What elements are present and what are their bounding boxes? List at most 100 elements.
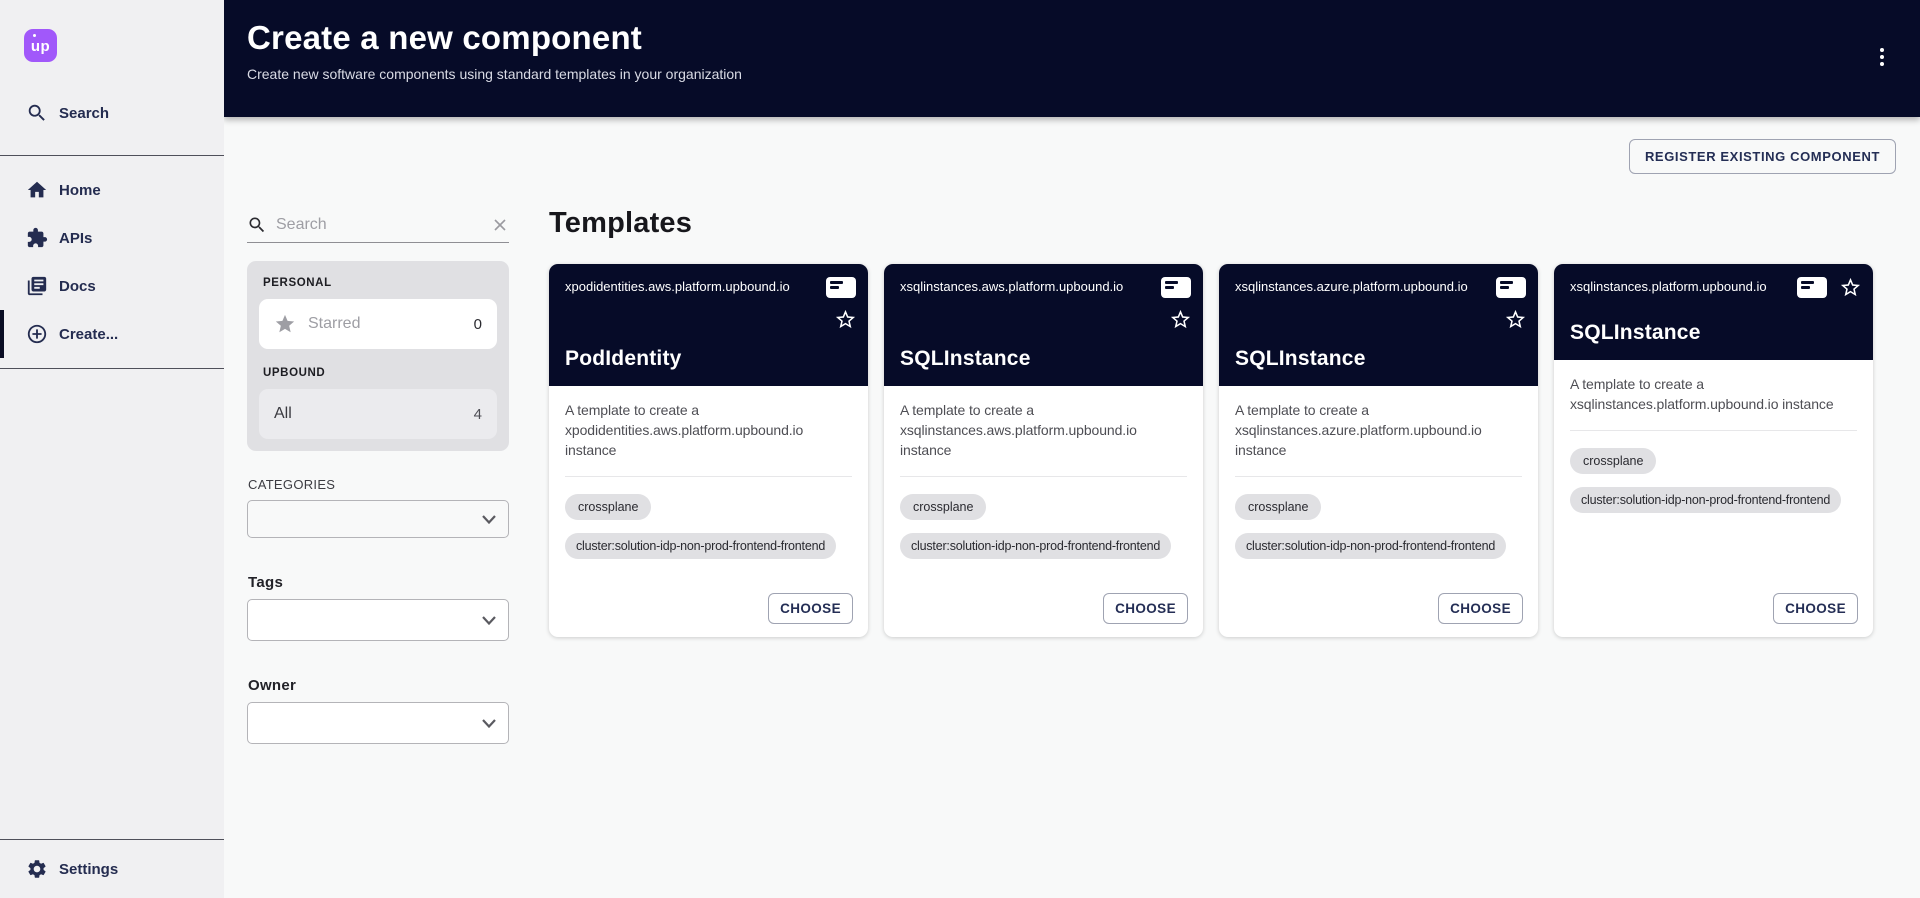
divider	[1235, 476, 1522, 477]
template-description: A template to create a xsqlinstances.pla…	[1570, 375, 1857, 415]
template-description: A template to create a xsqlinstances.azu…	[1235, 401, 1522, 461]
tags-label: Tags	[248, 574, 509, 591]
docs-icon	[26, 275, 48, 297]
puzzle-icon	[26, 227, 48, 249]
chevron-down-icon	[482, 719, 496, 728]
kebab-menu-icon[interactable]	[1866, 41, 1898, 73]
sidebar-divider	[0, 155, 224, 156]
filter-starred[interactable]: Starred 0	[259, 299, 497, 349]
upbound-logo-text: up	[31, 38, 50, 55]
templates-heading: Templates	[549, 207, 1896, 240]
categories-label: CATEGORIES	[248, 477, 509, 492]
personal-section-label: PERSONAL	[263, 277, 497, 289]
plus-circle-icon	[26, 323, 48, 345]
content-area: REGISTER EXISTING COMPONENT PERSONAL Sta…	[224, 117, 1920, 898]
ownership-filter-card: PERSONAL Starred 0 UPBOUND All 4	[247, 261, 509, 451]
tags-select[interactable]	[247, 599, 509, 641]
sidebar-item-search[interactable]: Search	[0, 89, 224, 137]
tag-chip: cluster:solution-idp-non-prod-frontend-f…	[1235, 533, 1506, 559]
search-icon	[26, 102, 48, 124]
template-description: A template to create a xpodidentities.aw…	[565, 401, 852, 461]
upbound-logo[interactable]: up	[24, 29, 57, 62]
upbound-section-label: UPBOUND	[263, 367, 497, 379]
star-outline-icon[interactable]	[1504, 308, 1527, 331]
star-outline-icon[interactable]	[834, 308, 857, 331]
chevron-down-icon	[482, 616, 496, 625]
sidebar-spacer	[0, 369, 224, 839]
filter-panel: PERSONAL Starred 0 UPBOUND All 4 CATEGOR…	[247, 207, 509, 744]
categories-select[interactable]	[247, 500, 509, 538]
sidebar-item-label: Home	[59, 182, 101, 199]
template-type-icon	[1797, 277, 1827, 298]
divider	[565, 476, 852, 477]
template-title: PodIdentity	[565, 347, 682, 371]
starred-count: 0	[474, 316, 482, 333]
template-type-icon	[1496, 277, 1526, 298]
page-title: Create a new component	[247, 19, 1920, 57]
tag-chip: crossplane	[1235, 494, 1321, 520]
all-count: 4	[474, 406, 482, 423]
template-card-header: xsqlinstances.aws.platform.upbound.io SQ…	[884, 264, 1203, 386]
template-title: SQLInstance	[1570, 321, 1701, 345]
template-title: SQLInstance	[1235, 347, 1366, 371]
sidebar-item-label: APIs	[59, 230, 92, 247]
template-name: xpodidentities.aws.platform.upbound.io	[565, 279, 852, 296]
template-description: A template to create a xsqlinstances.aws…	[900, 401, 1187, 461]
template-card: xsqlinstances.platform.upbound.io SQLIns…	[1554, 264, 1873, 637]
sidebar-item-label: Create...	[59, 326, 118, 343]
template-card-header: xpodidentities.aws.platform.upbound.io P…	[549, 264, 868, 386]
divider	[1570, 430, 1857, 431]
divider	[900, 476, 1187, 477]
template-name: xsqlinstances.azure.platform.upbound.io	[1235, 279, 1522, 296]
tag-chip: cluster:solution-idp-non-prod-frontend-f…	[565, 533, 836, 559]
tag-chip: cluster:solution-idp-non-prod-frontend-f…	[900, 533, 1171, 559]
owner-label: Owner	[248, 677, 509, 694]
star-filled-icon	[274, 313, 296, 335]
sidebar: up Search Home APIs Docs Create...	[0, 0, 224, 898]
template-type-icon	[1161, 277, 1191, 298]
filter-all[interactable]: All 4	[259, 389, 497, 439]
clear-search-icon[interactable]	[491, 216, 509, 234]
template-card-header: xsqlinstances.platform.upbound.io SQLIns…	[1554, 264, 1873, 360]
template-type-icon	[826, 277, 856, 298]
template-card: xsqlinstances.azure.platform.upbound.io …	[1219, 264, 1538, 637]
sidebar-item-docs[interactable]: Docs	[0, 262, 224, 310]
template-card-body: A template to create a xpodidentities.aw…	[549, 386, 868, 637]
page-subtitle: Create new software components using sta…	[247, 66, 1920, 82]
sidebar-item-apis[interactable]: APIs	[0, 214, 224, 262]
sidebar-item-settings[interactable]: Settings	[0, 840, 224, 898]
tag-chip: crossplane	[1570, 448, 1656, 474]
choose-button[interactable]: CHOOSE	[1103, 593, 1188, 624]
template-card-body: A template to create a xsqlinstances.pla…	[1554, 360, 1873, 637]
sidebar-item-label: Docs	[59, 278, 96, 295]
all-label: All	[274, 405, 292, 423]
sidebar-search-label: Search	[59, 105, 109, 122]
template-title: SQLInstance	[900, 347, 1031, 371]
template-card-header: xsqlinstances.azure.platform.upbound.io …	[1219, 264, 1538, 386]
star-outline-icon[interactable]	[1839, 276, 1862, 299]
choose-button[interactable]: CHOOSE	[1438, 593, 1523, 624]
sidebar-item-create[interactable]: Create...	[0, 310, 224, 358]
templates-section: Templates xpodidentities.aws.platform.up…	[549, 207, 1896, 637]
owner-select[interactable]	[247, 702, 509, 744]
page-header: Create a new component Create new softwa…	[224, 0, 1920, 117]
chevron-down-icon	[482, 515, 496, 524]
search-icon	[247, 215, 267, 235]
tag-chip: crossplane	[900, 494, 986, 520]
gear-icon	[26, 858, 48, 880]
star-outline-icon[interactable]	[1169, 308, 1192, 331]
tag-chip: crossplane	[565, 494, 651, 520]
tag-chip: cluster:solution-idp-non-prod-frontend-f…	[1570, 487, 1841, 513]
template-card-body: A template to create a xsqlinstances.aws…	[884, 386, 1203, 637]
template-card-grid: xpodidentities.aws.platform.upbound.io P…	[549, 264, 1896, 637]
register-existing-component-button[interactable]: REGISTER EXISTING COMPONENT	[1629, 139, 1896, 174]
sidebar-item-home[interactable]: Home	[0, 166, 224, 214]
starred-label: Starred	[308, 315, 360, 333]
sidebar-settings-label: Settings	[59, 861, 118, 878]
search-input[interactable]	[276, 216, 491, 234]
choose-button[interactable]: CHOOSE	[1773, 593, 1858, 624]
template-search-field	[247, 207, 509, 243]
template-name: xsqlinstances.aws.platform.upbound.io	[900, 279, 1187, 296]
choose-button[interactable]: CHOOSE	[768, 593, 853, 624]
home-icon	[26, 179, 48, 201]
